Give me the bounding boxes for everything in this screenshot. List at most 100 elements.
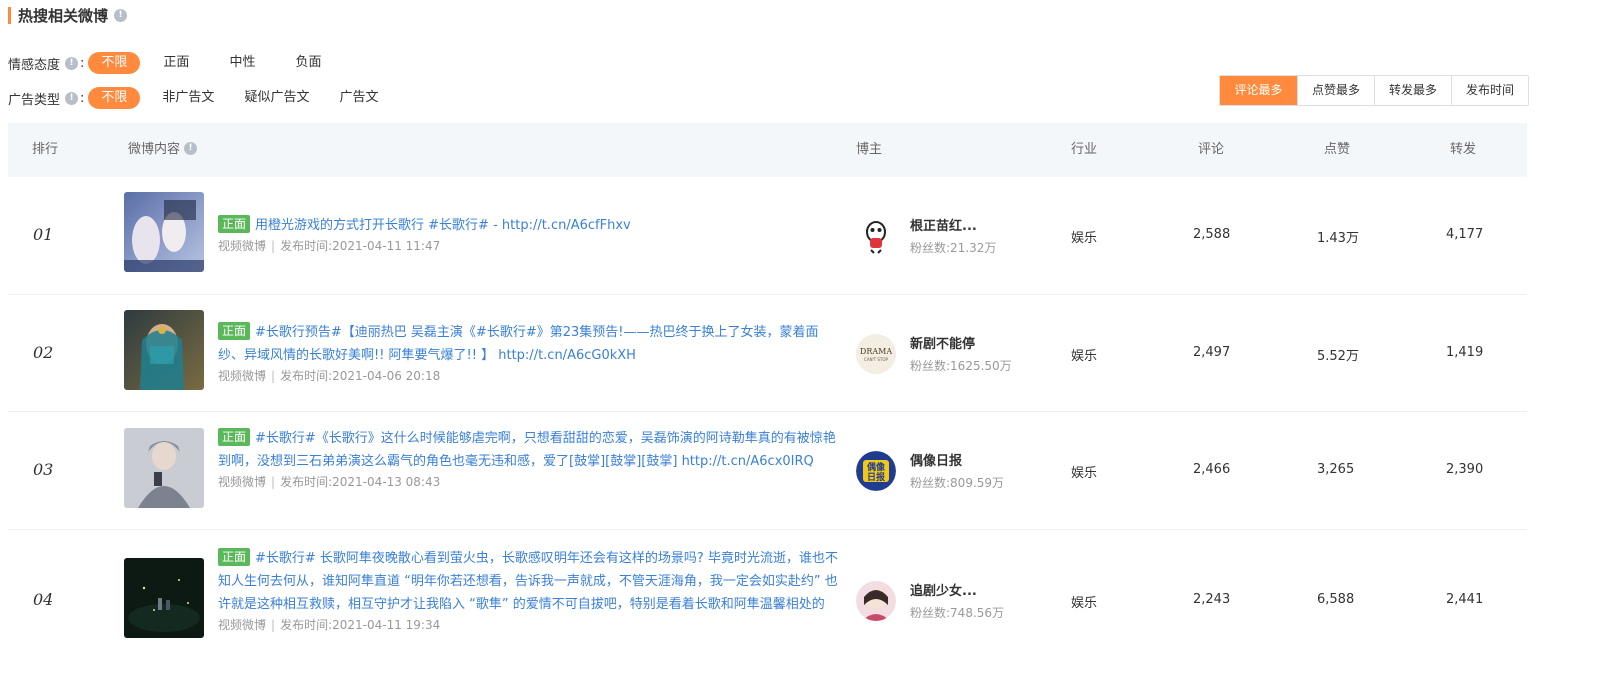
author-avatar[interactable]	[856, 581, 896, 621]
sort-most-comments-button[interactable]: 评论最多	[1220, 76, 1297, 105]
table-row[interactable]: 04 正面 #长歌行# 长歌阿隼夜晚散心看到萤火虫，长歌感叹明年还会有这样的场景吗…	[8, 530, 1527, 679]
fans-value: 748.56万	[950, 606, 1005, 620]
sort-most-reposts-button[interactable]: 转发最多	[1374, 76, 1451, 105]
post-text-block: 正面 #长歌行#《长歌行》这什么时候能够虐完啊，只想看甜甜的恋爱，吴磊饰演的阿诗勒…	[218, 427, 838, 473]
sentiment-option-neutral[interactable]: 中性	[215, 52, 269, 74]
author-avatar[interactable]: DRAMA CAN'T STOP	[856, 334, 896, 374]
rank-number: 04	[33, 590, 54, 609]
post-text-link[interactable]: #长歌行#《长歌行》这什么时候能够虐完啊，只想看甜甜的恋爱，吴磊饰演的阿诗勒隼真…	[218, 431, 836, 469]
reposts-count: 4,177	[1446, 227, 1484, 242]
header-rank: 排行	[32, 142, 59, 157]
sort-button-group: 评论最多 点赞最多 转发最多 发布时间	[1219, 75, 1529, 106]
post-meta: 视频微博 | 发布时间:2021-04-13 08:43	[218, 473, 838, 491]
sentiment-tag: 正面	[218, 215, 251, 233]
fans-value: 21.32万	[950, 241, 997, 255]
author-name[interactable]: 根正苗红...	[910, 218, 996, 236]
post-thumbnail[interactable]	[124, 558, 204, 638]
ad-type-option-ad[interactable]: 广告文	[326, 87, 391, 109]
reposts-count: 1,419	[1446, 345, 1484, 360]
post-text-block: 正面 #长歌行# 长歌阿隼夜晚散心看到萤火虫，长歌感叹明年还会有这样的场景吗? 毕…	[218, 547, 838, 616]
info-icon[interactable]: !	[114, 8, 128, 22]
post-text-link[interactable]: #长歌行# 长歌阿隼夜晚散心看到萤火虫，长歌感叹明年还会有这样的场景吗? 毕竟时…	[218, 551, 838, 612]
ad-type-option-non-ad[interactable]: 非广告文	[149, 87, 227, 109]
industry: 娱乐	[1071, 349, 1098, 364]
reposts-count: 2,441	[1446, 592, 1484, 607]
meta-separator: |	[271, 618, 276, 632]
avatar-brand-subtext: 日报	[867, 471, 885, 483]
header-content-text: 微博内容	[128, 142, 181, 157]
publish-label: 发布时间:	[280, 239, 333, 253]
industry: 娱乐	[1071, 231, 1098, 246]
sentiment-option-all[interactable]: 不限	[88, 52, 141, 74]
post-source: 视频微博	[218, 475, 267, 489]
table-row[interactable]: 01 正面 用橙光游戏的方式打开长歌行 #长歌行# - http://t.cn/A…	[8, 177, 1527, 295]
label-colon: :	[80, 55, 85, 71]
table-header: 排行 微博内容! 博主 行业 评论 点赞 转发	[8, 123, 1527, 177]
comments-count: 2,588	[1193, 227, 1231, 242]
fans-label: 粉丝数:	[910, 241, 951, 255]
reposts-count: 2,390	[1446, 462, 1484, 477]
fans-count: 粉丝数:748.56万	[910, 604, 1004, 622]
post-thumbnail[interactable]	[124, 310, 204, 390]
post-text-block: 正面 用橙光游戏的方式打开长歌行 #长歌行# - http://t.cn/A6cf…	[218, 214, 838, 237]
sentiment-option-positive[interactable]: 正面	[149, 52, 203, 74]
sentiment-option-negative[interactable]: 负面	[281, 52, 335, 74]
sentiment-label-text: 情感态度	[8, 57, 61, 73]
post-text-link[interactable]: #长歌行预告#【迪丽热巴 吴磊主演《#长歌行#》第23集预告!——热巴终于换上了…	[218, 325, 818, 363]
rank-number: 03	[33, 460, 54, 479]
author-name[interactable]: 追剧少女...	[910, 583, 1004, 601]
table-row[interactable]: 03 正面 #长歌行#《长歌行》这什么时候能够虐完啊，只想看甜甜的恋爱，吴磊饰演的…	[8, 412, 1527, 530]
post-meta: 视频微博 | 发布时间:2021-04-06 20:18	[218, 367, 838, 385]
fans-label: 粉丝数:	[910, 359, 951, 373]
likes-count: 6,588	[1317, 592, 1355, 607]
fans-value: 1625.50万	[950, 359, 1012, 373]
info-icon[interactable]: !	[65, 56, 79, 70]
label-colon: :	[80, 90, 85, 106]
post-content: 正面 #长歌行#《长歌行》这什么时候能够虐完啊，只想看甜甜的恋爱，吴磊饰演的阿诗勒…	[218, 427, 838, 491]
post-content: 正面 用橙光游戏的方式打开长歌行 #长歌行# - http://t.cn/A6cf…	[218, 214, 838, 255]
section-title: 热搜相关微博 !	[8, 5, 128, 25]
ad-type-option-all[interactable]: 不限	[88, 87, 141, 109]
post-meta: 视频微博 | 发布时间:2021-04-11 19:34	[218, 616, 838, 634]
publish-time: 2021-04-11 11:47	[332, 239, 441, 253]
meta-separator: |	[271, 239, 276, 253]
sort-publish-time-button[interactable]: 发布时间	[1451, 76, 1528, 105]
author-avatar[interactable]	[856, 216, 896, 256]
publish-time: 2021-04-11 19:34	[332, 618, 441, 632]
comments-count: 2,466	[1193, 462, 1231, 477]
post-thumbnail[interactable]	[124, 192, 204, 272]
fans-value: 809.59万	[950, 476, 1005, 490]
header-industry: 行业	[1071, 142, 1098, 157]
info-icon[interactable]: !	[65, 91, 79, 105]
post-source: 视频微博	[218, 239, 267, 253]
sentiment-tag: 正面	[218, 428, 251, 446]
author-name[interactable]: 偶像日报	[910, 453, 1004, 471]
industry: 娱乐	[1071, 596, 1098, 611]
post-text-block: 正面 #长歌行预告#【迪丽热巴 吴磊主演《#长歌行#》第23集预告!——热巴终于换…	[218, 321, 838, 367]
post-text-link[interactable]: 用橙光游戏的方式打开长歌行 #长歌行# - http://t.cn/A6cfFh…	[255, 218, 631, 233]
ad-type-filter: 广告类型 ! : 不限 非广告文 疑似广告文 广告文	[8, 86, 395, 110]
table-row[interactable]: 02 正面 #长歌行预告#【迪丽热巴 吴磊主演《#长歌行#》第23集预告!——热巴…	[8, 295, 1527, 412]
header-likes: 点赞	[1324, 142, 1351, 157]
rank-number: 01	[33, 225, 54, 244]
industry: 娱乐	[1071, 466, 1098, 481]
rank-number: 02	[33, 343, 54, 362]
publish-label: 发布时间:	[280, 618, 333, 632]
comments-count: 2,243	[1193, 592, 1231, 607]
author-avatar[interactable]: 偶像 日报	[856, 451, 896, 491]
author-info: 偶像日报 粉丝数:809.59万	[910, 453, 1004, 492]
header-content: 微博内容!	[128, 123, 198, 177]
post-source: 视频微博	[218, 369, 267, 383]
post-thumbnail[interactable]	[124, 428, 204, 508]
fans-count: 粉丝数:21.32万	[910, 239, 996, 257]
sentiment-filter: 情感态度 ! : 不限 正面 中性 负面	[8, 51, 347, 75]
likes-count: 5.52万	[1317, 349, 1359, 364]
publish-time: 2021-04-06 20:18	[332, 369, 441, 383]
meta-separator: |	[271, 369, 276, 383]
weibo-table: 排行 微博内容! 博主 行业 评论 点赞 转发 01 正面 用橙光游戏的方式打开长…	[8, 123, 1527, 679]
sort-most-likes-button[interactable]: 点赞最多	[1297, 76, 1374, 105]
ad-type-option-suspected-ad[interactable]: 疑似广告文	[231, 87, 322, 109]
info-icon[interactable]: !	[184, 142, 198, 155]
sentiment-filter-label: 情感态度 ! :	[8, 54, 88, 73]
author-name[interactable]: 新剧不能停	[910, 336, 1012, 354]
